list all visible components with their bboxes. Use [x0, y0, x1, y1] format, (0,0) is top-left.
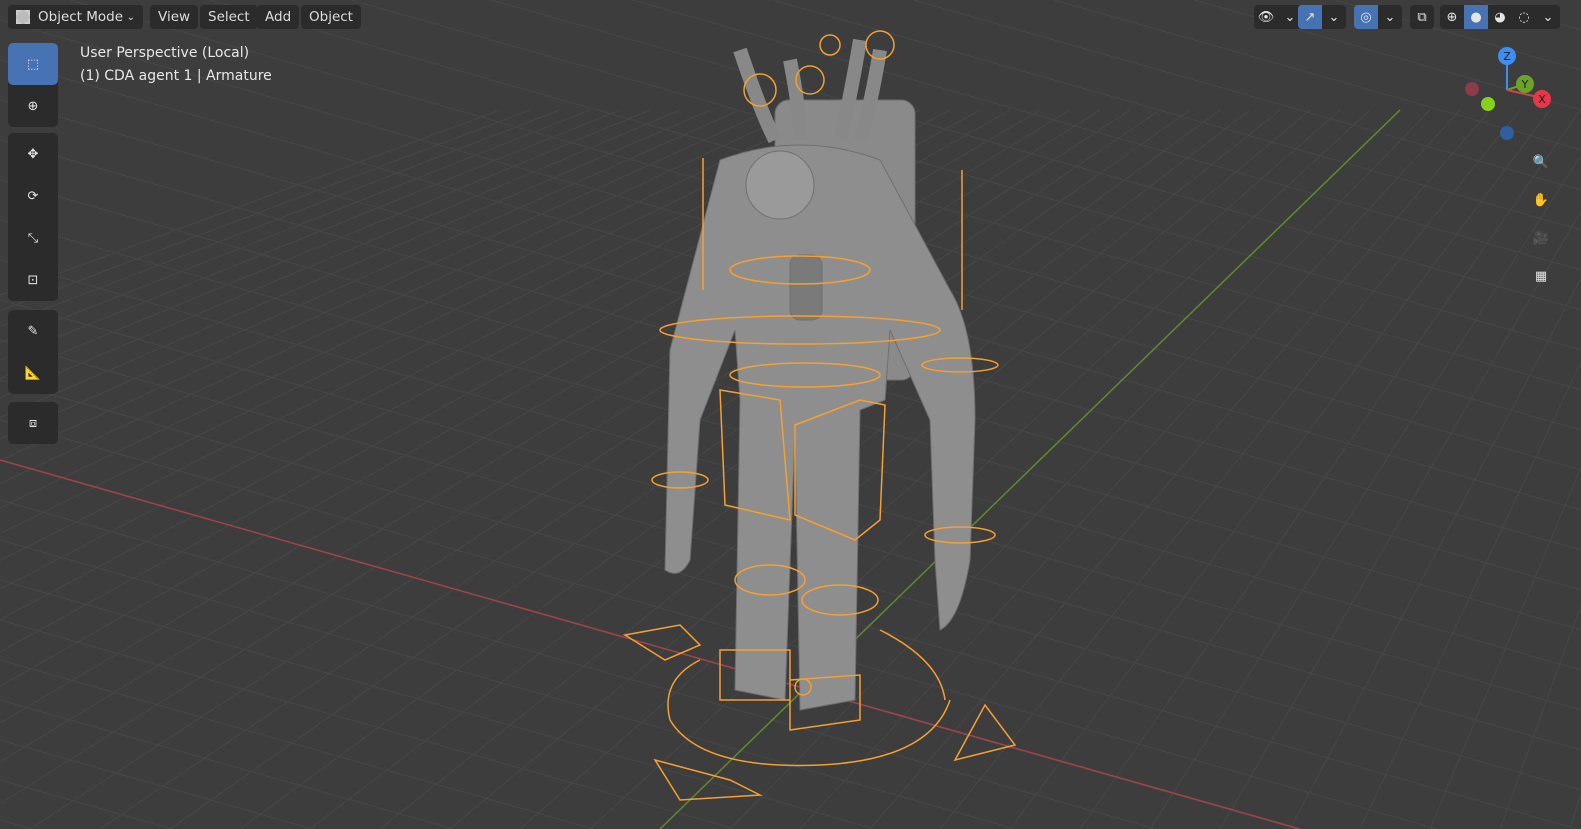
grid-line	[351, 0, 1581, 351]
select-box-tool[interactable]: ⬚	[8, 43, 58, 85]
grid-line	[0, 779, 173, 829]
toolbar-transform-group: ✥ ⟳ ⤡ ⊡	[8, 133, 58, 301]
toolbar-annotate-group: ✎ 📐	[8, 310, 58, 394]
grid-line	[0, 539, 1016, 829]
menu-add[interactable]: Add	[257, 5, 300, 29]
3d-viewport[interactable]	[0, 0, 1581, 829]
gizmo-icon: ↗	[1298, 5, 1322, 29]
z-label: Z	[1503, 50, 1511, 63]
grid-line	[0, 699, 454, 829]
measure-tool[interactable]: 📐	[8, 352, 58, 394]
hand-pan-icon[interactable]: ✋	[1526, 185, 1556, 215]
shading-modes[interactable]: ⊕ ● ◕ ◌ ⌄	[1440, 5, 1560, 29]
chevron-down-icon: ⌄	[1384, 9, 1396, 25]
xray-icon: ⧉	[1417, 9, 1427, 25]
navigation-gizmo[interactable]: Z Y X	[1455, 40, 1565, 145]
chevron-down-icon: ⌄	[126, 11, 135, 23]
character-mesh	[664, 38, 976, 711]
grid-line	[0, 819, 32, 829]
grid-line	[0, 109, 651, 380]
overlay-icon: ◎	[1354, 5, 1378, 29]
grid-line	[0, 109, 531, 312]
grid-line	[1219, 210, 1581, 829]
grid-line	[0, 739, 313, 829]
grid-line	[0, 109, 591, 344]
rotate-tool[interactable]: ⟳	[8, 175, 58, 217]
neg-z-dot[interactable]	[1500, 126, 1514, 140]
grid-line	[0, 109, 771, 461]
grid-line	[0, 619, 735, 829]
grid-line	[1569, 792, 1581, 829]
add-cube-tool[interactable]: ⧈	[8, 402, 58, 444]
menu-view[interactable]: View	[150, 5, 199, 29]
mode-label: Object Mode	[38, 9, 124, 25]
zoom-icon[interactable]: 🔍	[1526, 147, 1556, 177]
grid-line	[939, 109, 1521, 829]
view-name: User Perspective (Local)	[80, 45, 250, 61]
neg-y-dot[interactable]	[1481, 97, 1495, 111]
grid-line	[1009, 109, 1551, 829]
grid-line	[0, 419, 1438, 829]
chevron-down-icon[interactable]: ⌄	[1536, 5, 1560, 29]
scale-tool[interactable]: ⤡	[8, 217, 58, 259]
move-tool[interactable]: ✥	[8, 133, 58, 175]
grid-line	[519, 109, 1341, 829]
annotate-tool[interactable]: ✎	[8, 310, 58, 352]
x-label: X	[1538, 93, 1546, 106]
grid-line	[99, 109, 1161, 829]
cursor-tool[interactable]: ⊕	[8, 85, 58, 127]
rendered-shading-icon[interactable]: ◌	[1512, 5, 1536, 29]
chevron-down-icon: ⌄	[1328, 9, 1340, 25]
wireframe-shading-icon[interactable]: ⊕	[1440, 5, 1464, 29]
grid-line	[0, 109, 561, 327]
menu-select[interactable]: Select	[200, 5, 258, 29]
y-label: Y	[1521, 78, 1529, 91]
grid-line	[491, 0, 1581, 311]
visibility-dropdown[interactable]: 👁 ⌄	[1254, 5, 1302, 29]
toolbar-add-group: ⧈	[8, 402, 58, 444]
menu-object[interactable]: Object	[301, 5, 361, 29]
grid-line	[1079, 109, 1581, 829]
grid-line	[0, 109, 621, 361]
transform-tool[interactable]: ⊡	[8, 259, 58, 301]
perspective-grid-icon[interactable]: ▦	[1526, 261, 1556, 291]
eye-icon: 👁	[1257, 9, 1275, 25]
object-mode-icon	[16, 10, 30, 24]
grid-line	[1149, 155, 1581, 829]
neg-x-dot[interactable]	[1465, 82, 1479, 96]
grid-line	[0, 109, 681, 399]
grid-line	[0, 659, 594, 829]
grid-line	[0, 109, 711, 418]
object-info: (1) CDA agent 1 | Armature	[80, 68, 272, 84]
material-shading-icon[interactable]: ◕	[1488, 5, 1512, 29]
toolbar-select-group: ⬚ ⊕	[8, 43, 58, 127]
xray-toggle[interactable]: ⧉	[1410, 5, 1434, 29]
gizmo-toggle[interactable]: ↗ ⌄	[1298, 5, 1346, 29]
overlay-toggle[interactable]: ◎ ⌄	[1354, 5, 1402, 29]
mode-dropdown[interactable]: Object Mode ⌄	[8, 5, 143, 29]
grid-line	[1289, 278, 1581, 829]
camera-icon[interactable]: 🎥	[1526, 223, 1556, 253]
solid-shading-icon[interactable]: ●	[1464, 5, 1488, 29]
grid-line	[1499, 604, 1581, 829]
